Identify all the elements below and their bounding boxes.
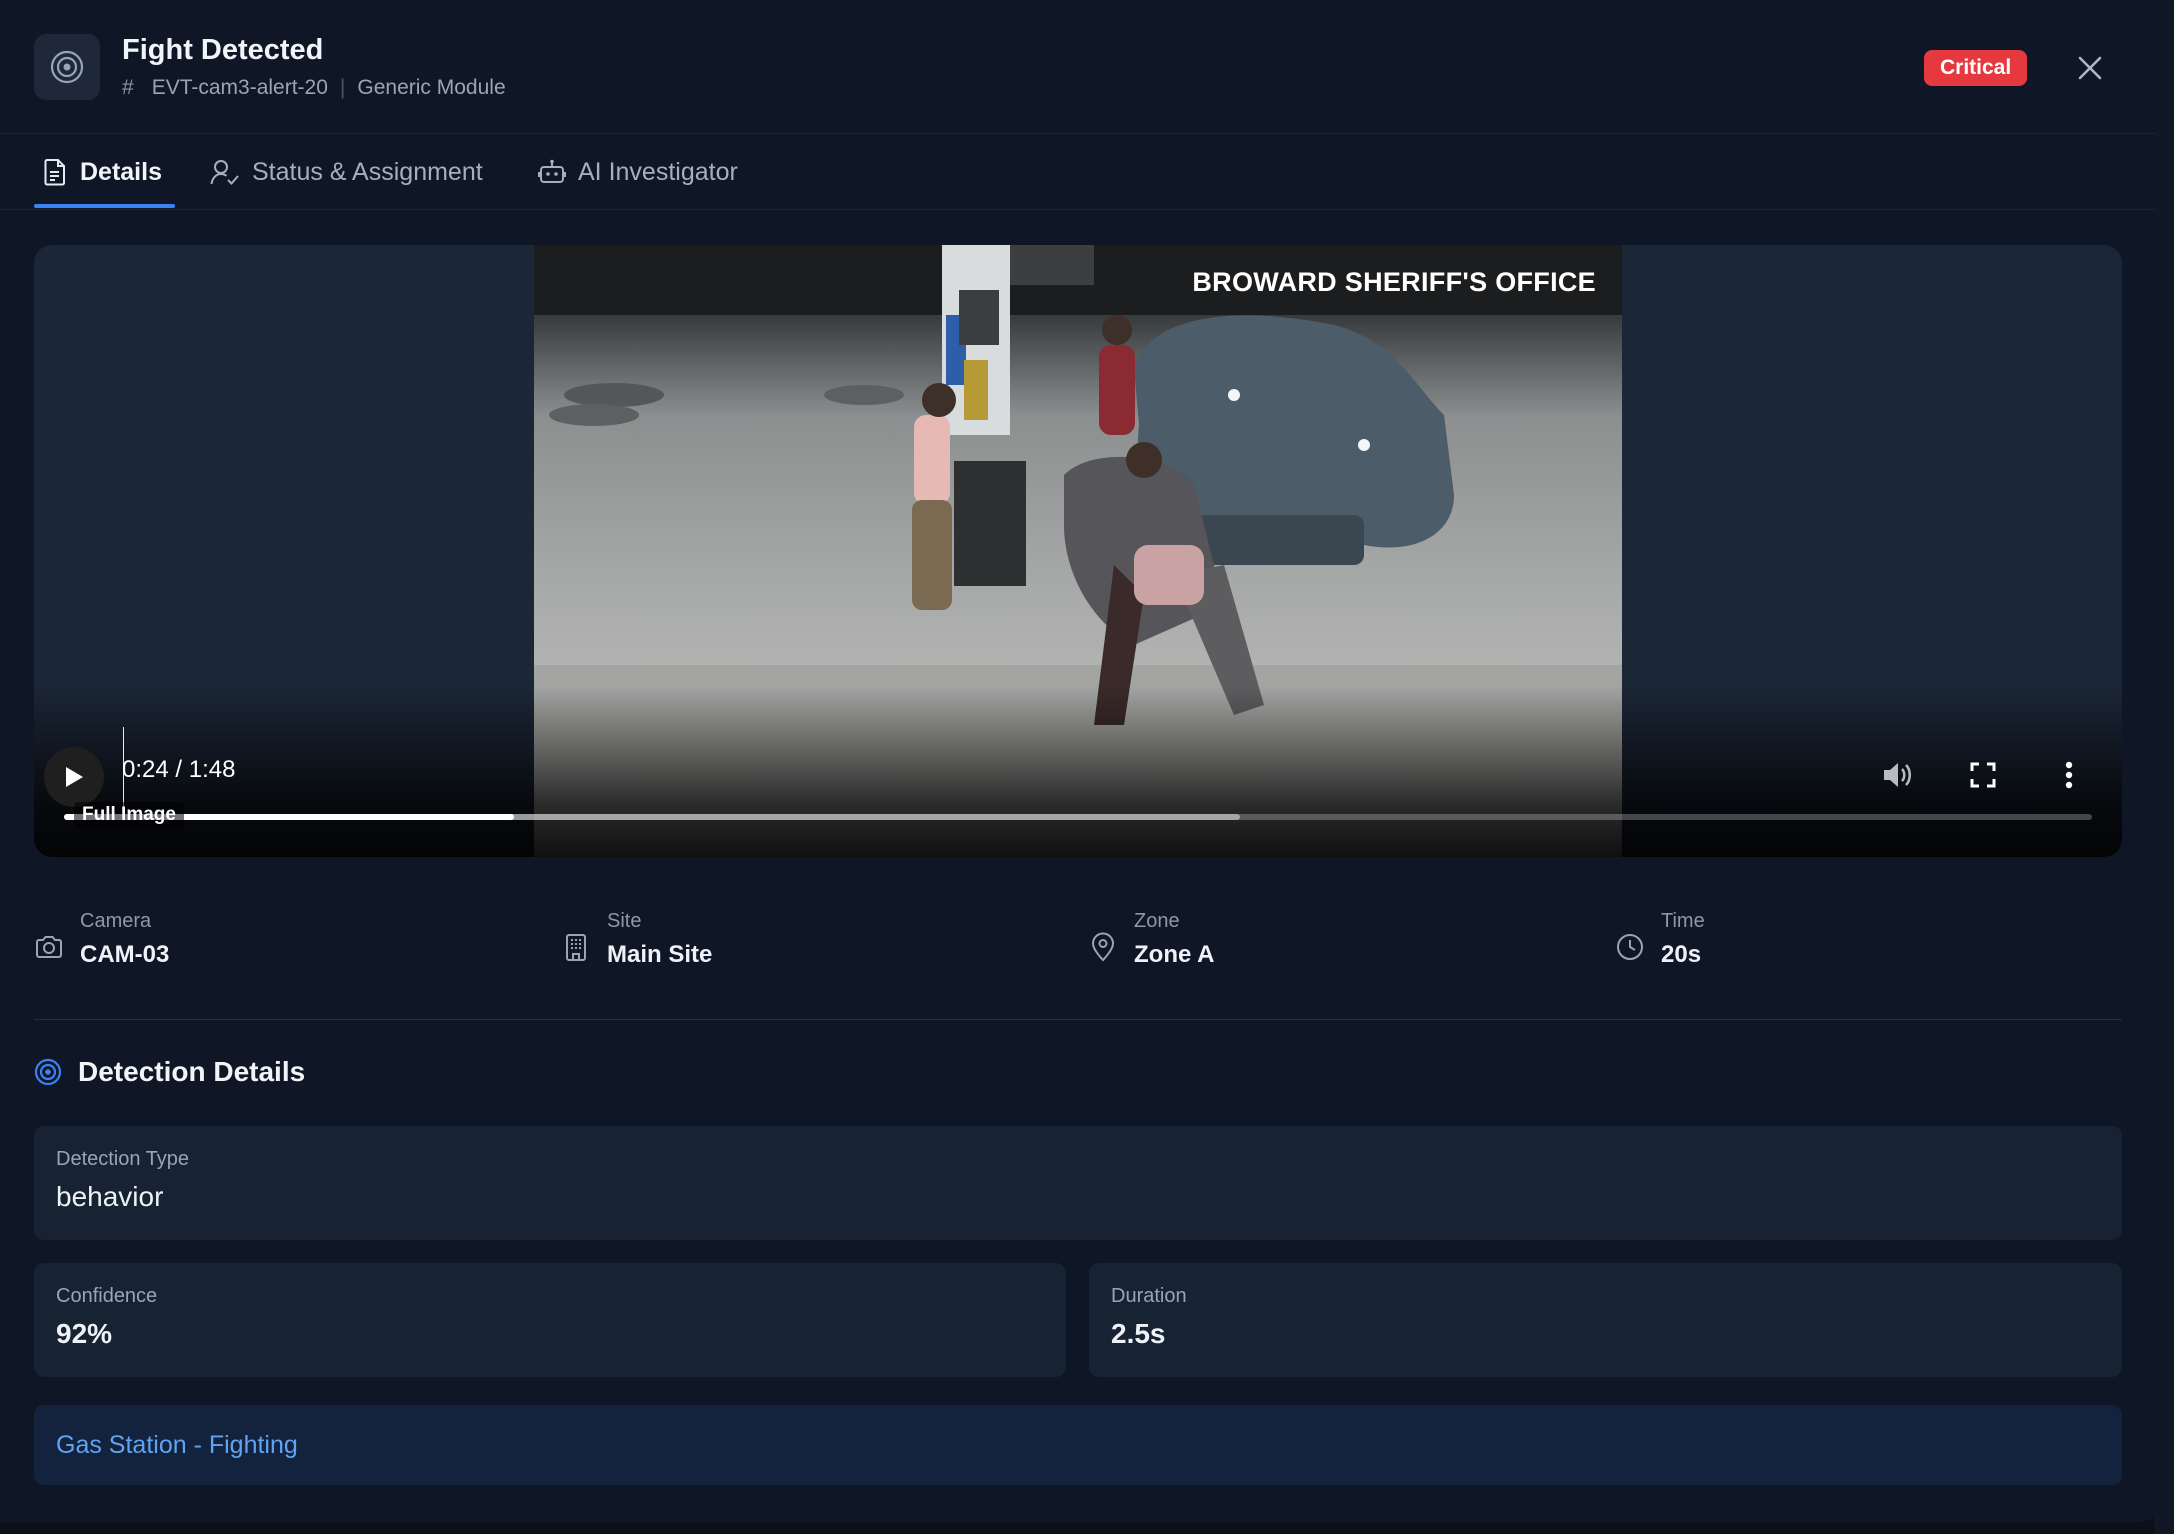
event-detail-modal: Fight Detected # EVT-cam3-alert-20 | Gen… [0, 0, 2156, 1522]
full-image-label[interactable]: Full Image [74, 802, 184, 828]
map-pin-icon [1091, 932, 1115, 962]
hash-icon: # [122, 76, 134, 99]
active-tab-indicator [34, 204, 175, 208]
play-button[interactable] [44, 747, 104, 807]
duration-label: Duration [1111, 1285, 1187, 1307]
play-icon [66, 767, 83, 787]
tab-details-label: Details [80, 157, 162, 186]
close-button[interactable] [2070, 48, 2110, 88]
tab-details[interactable]: Details [42, 134, 162, 210]
background-page-edge [2154, 0, 2174, 1534]
playback-time: 0:24 / 1:48 [122, 756, 236, 783]
robot-icon [538, 159, 566, 183]
event-id: EVT-cam3-alert-20 [151, 76, 328, 99]
scenario-tag-link[interactable]: Gas Station - Fighting [56, 1431, 298, 1460]
tab-ai-investigator-label: AI Investigator [578, 157, 738, 186]
zone-value: Zone A [1134, 941, 1215, 968]
clock-icon [1617, 934, 1643, 960]
time-value: 20s [1661, 941, 1702, 968]
tab-status-assignment-label: Status & Assignment [252, 157, 483, 186]
more-vertical-icon [2065, 761, 2073, 789]
scenario-tag-card: Gas Station - Fighting [34, 1405, 2122, 1485]
more-options-button[interactable] [2044, 750, 2094, 800]
meta-time: Time 20s [1615, 910, 1705, 969]
meta-camera: Camera CAM-03 [34, 910, 169, 969]
zone-label: Zone [1134, 910, 1180, 932]
site-value: Main Site [607, 941, 713, 968]
video-player[interactable]: BROWARD SHERIFF'S OFFICE 0:24 / 1:48 Ful… [34, 245, 2122, 857]
target-icon [34, 34, 100, 100]
confidence-value: 92% [56, 1318, 113, 1349]
duration-value: 2.5s [1111, 1318, 1166, 1349]
subtitle-separator: | [339, 76, 346, 99]
event-module: Generic Module [357, 76, 506, 99]
close-icon [2078, 56, 2102, 80]
volume-icon [1884, 763, 1911, 787]
meta-zone: Zone Zone A [1088, 910, 1214, 969]
fullscreen-icon [1970, 762, 1996, 788]
video-watermark: BROWARD SHERIFF'S OFFICE [1192, 267, 1596, 297]
tab-bar: Details Status & Assignment AI Investiga… [0, 134, 2156, 210]
seek-bar[interactable] [64, 814, 2092, 820]
camera-label: Camera [80, 910, 152, 932]
detection-details-title: Detection Details [78, 1056, 306, 1087]
camera-icon [36, 936, 62, 958]
detection-details-heading: Detection Details [34, 1056, 305, 1088]
event-meta-row: Camera CAM-03 Site Main Site Zone Zone A… [34, 910, 2122, 1020]
tab-status-assignment[interactable]: Status & Assignment [210, 134, 483, 210]
volume-button[interactable] [1872, 750, 1922, 800]
event-title: Fight Detected [122, 34, 324, 66]
target-icon [34, 1058, 62, 1086]
duration-card: Duration 2.5s [1089, 1263, 2122, 1377]
detection-type-value: behavior [56, 1181, 164, 1212]
tab-ai-investigator[interactable]: AI Investigator [538, 134, 738, 210]
controls-gradient [34, 685, 2122, 857]
event-subtitle: # EVT-cam3-alert-20 | Generic Module [122, 76, 506, 100]
camera-value: CAM-03 [80, 941, 170, 968]
fullscreen-button[interactable] [1958, 750, 2008, 800]
user-check-icon [210, 160, 239, 185]
site-label: Site [607, 910, 642, 932]
document-icon [44, 159, 65, 186]
time-label: Time [1661, 910, 1705, 932]
severity-badge: Critical [1924, 50, 2028, 86]
meta-site: Site Main Site [561, 910, 712, 969]
detection-type-card: Detection Type behavior [34, 1126, 2122, 1240]
detection-type-label: Detection Type [56, 1148, 190, 1170]
confidence-card: Confidence 92% [34, 1263, 1066, 1377]
building-icon [566, 934, 586, 961]
confidence-label: Confidence [56, 1285, 158, 1307]
modal-header: Fight Detected # EVT-cam3-alert-20 | Gen… [0, 0, 2156, 134]
